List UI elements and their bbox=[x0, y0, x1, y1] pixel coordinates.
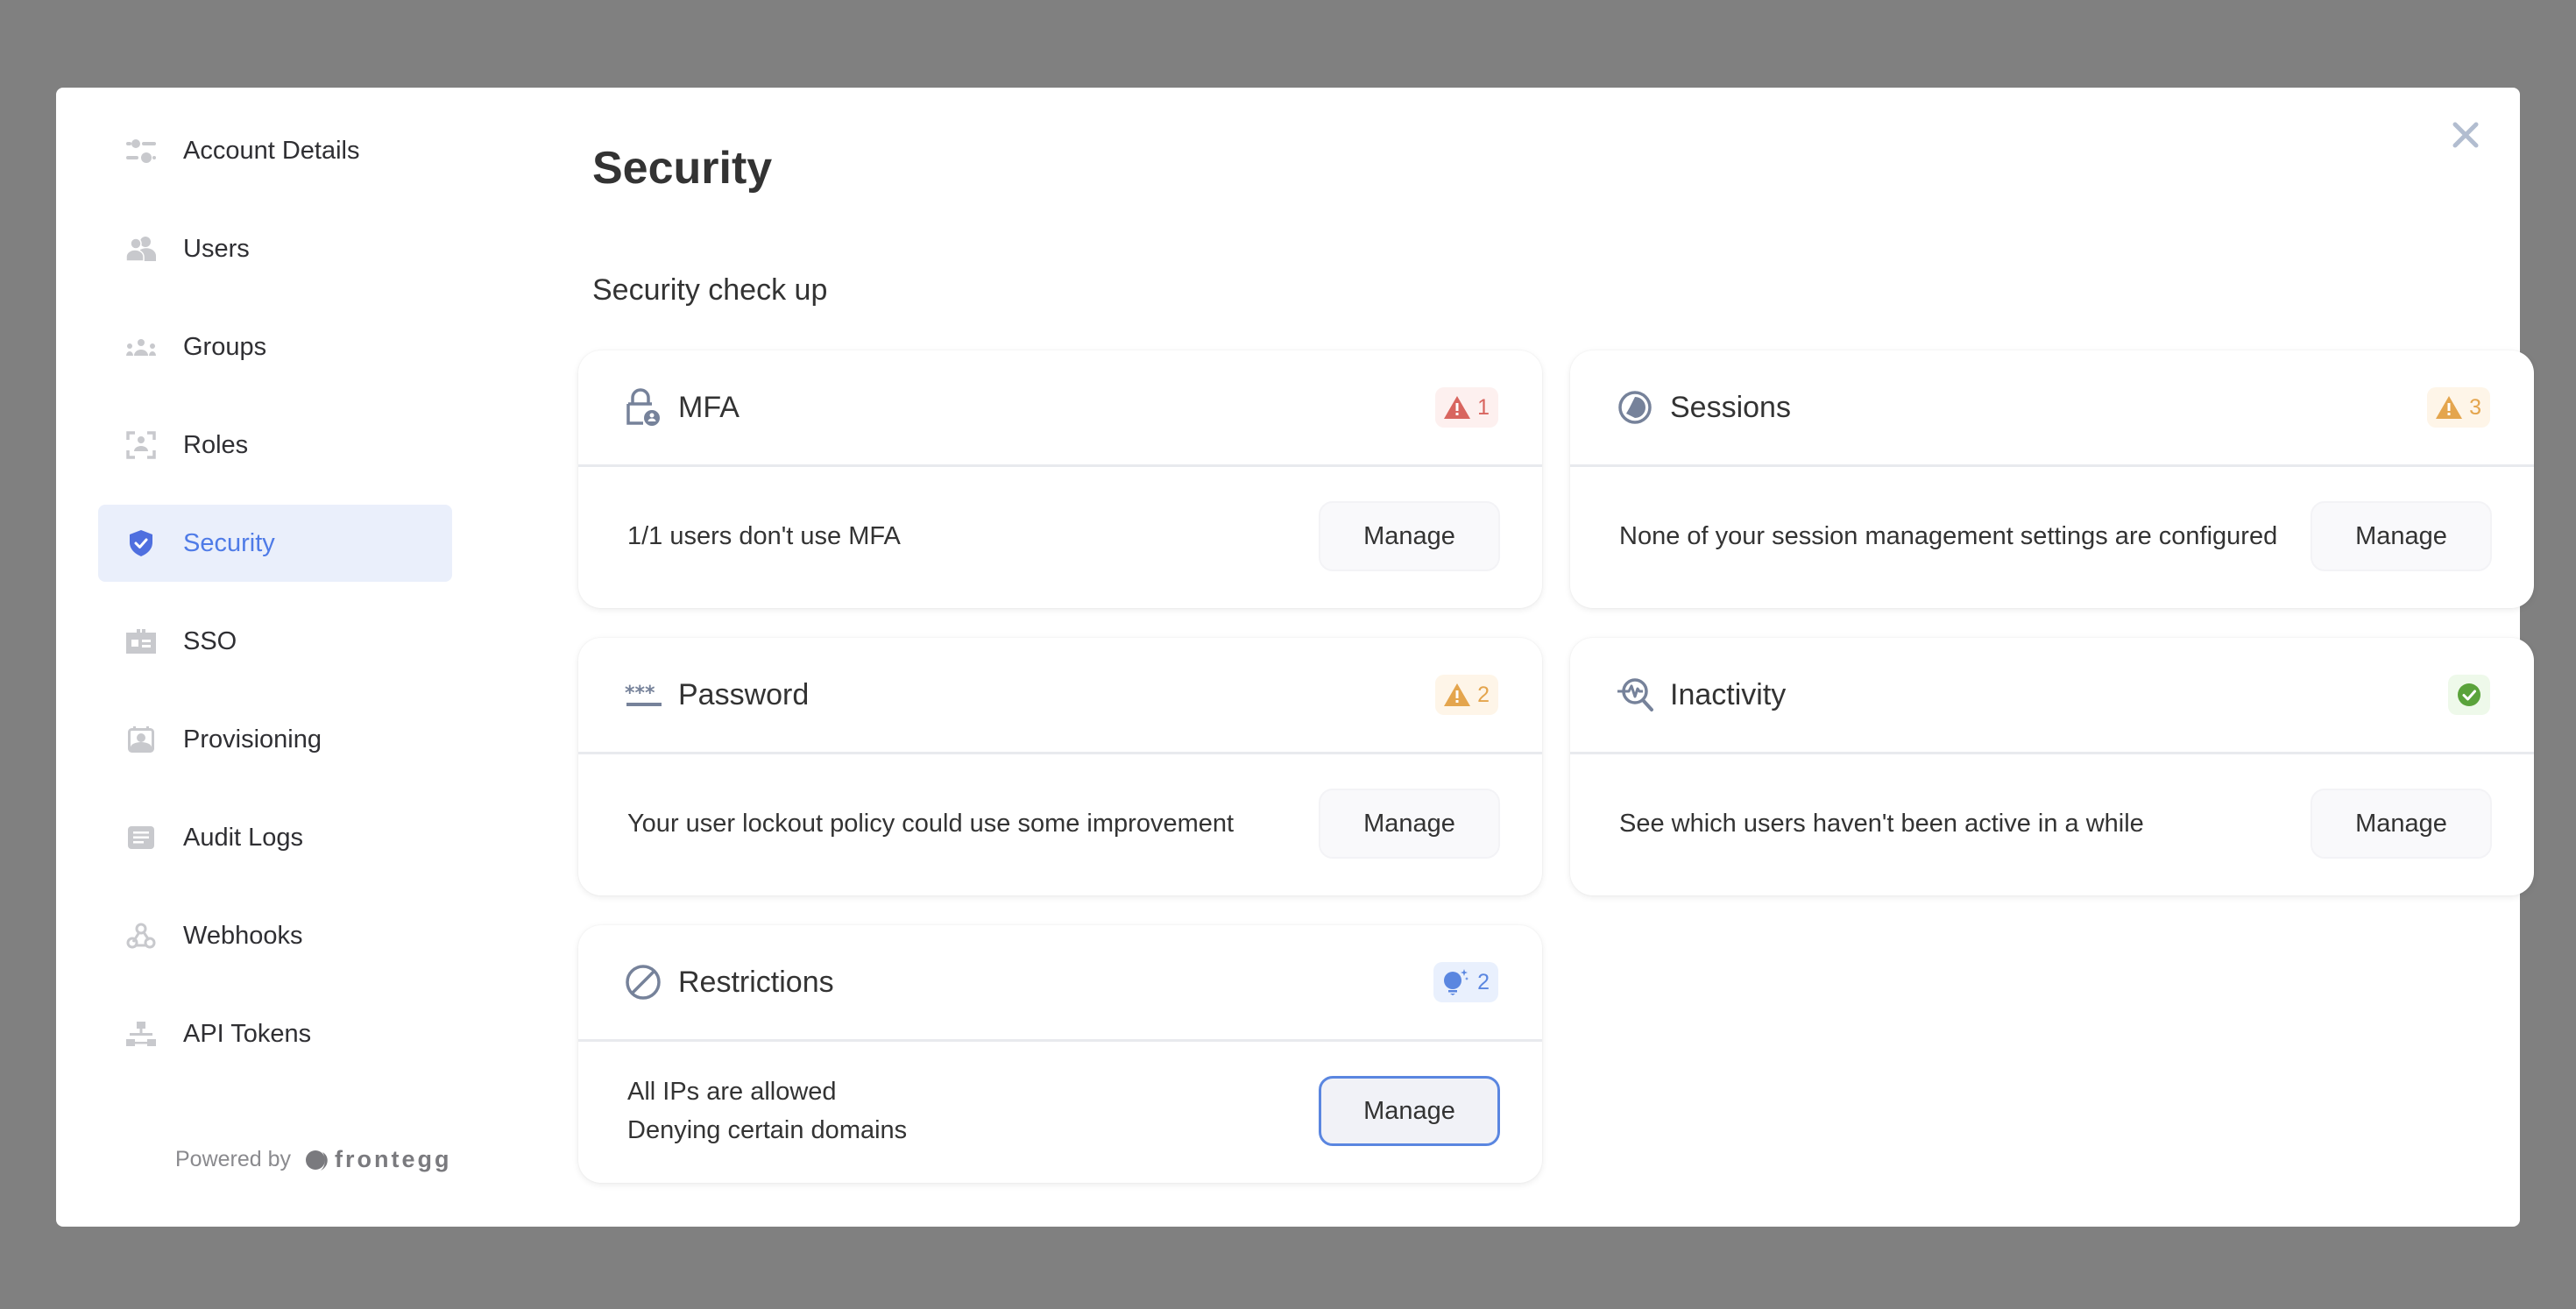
card-title: Password bbox=[678, 677, 810, 711]
badge-count: 2 bbox=[1477, 682, 1490, 707]
description-line: None of your session management settings… bbox=[1619, 522, 2278, 550]
card-description: Your user lockout policy could use some … bbox=[627, 804, 1319, 843]
card-body: Your user lockout policy could use some … bbox=[578, 754, 1542, 893]
warning-icon bbox=[1444, 683, 1471, 706]
manage-restrictions-button[interactable]: Manage bbox=[1319, 1076, 1500, 1146]
close-button[interactable] bbox=[2443, 112, 2488, 158]
brand-name: frontegg bbox=[335, 1146, 452, 1172]
warning-badge: 3 bbox=[2427, 387, 2490, 428]
shield-check-icon bbox=[126, 528, 156, 558]
sidebar-item-label: Users bbox=[183, 234, 250, 263]
card-header: Sessions 3 bbox=[1570, 350, 2534, 467]
sidebar-item-audit-logs[interactable]: Audit Logs bbox=[98, 799, 452, 876]
powered-by-label: Powered by bbox=[175, 1147, 292, 1171]
card-header: Restrictions 2 bbox=[578, 925, 1542, 1042]
badge-count: 2 bbox=[1477, 969, 1490, 994]
sidebar-item-webhooks[interactable]: Webhooks bbox=[98, 897, 452, 974]
card-body: All IPs are allowed Denying certain doma… bbox=[578, 1042, 1542, 1180]
section-title: Security check up bbox=[592, 273, 828, 307]
manage-sessions-button[interactable]: Manage bbox=[2311, 501, 2492, 571]
hierarchy-icon bbox=[126, 1019, 156, 1049]
sidebar-item-label: Account Details bbox=[183, 136, 360, 165]
clock-pie-icon bbox=[1616, 388, 1654, 427]
manage-inactivity-button[interactable]: Manage bbox=[2311, 789, 2492, 859]
card-body: 1/1 users don't use MFA Manage bbox=[578, 467, 1542, 605]
warning-badge: 1 bbox=[1435, 387, 1498, 428]
sidebar-item-security[interactable]: Security bbox=[98, 505, 452, 582]
warning-badge: 2 bbox=[1435, 675, 1498, 715]
recommendation-badge: 2 bbox=[1433, 962, 1498, 1002]
roles-icon bbox=[126, 430, 156, 460]
activity-search-icon bbox=[1616, 676, 1654, 714]
sidebar-item-label: Provisioning bbox=[183, 725, 322, 754]
sidebar-item-account-details[interactable]: Account Details bbox=[98, 112, 452, 189]
document-icon bbox=[126, 823, 156, 853]
description-line: 1/1 users don't use MFA bbox=[627, 522, 901, 550]
webhook-icon bbox=[126, 921, 156, 951]
badge-count: 3 bbox=[2469, 394, 2481, 420]
svg-text:***: *** bbox=[625, 683, 655, 704]
sidebar-item-groups[interactable]: Groups bbox=[98, 308, 452, 386]
block-icon bbox=[624, 963, 662, 1001]
manage-password-button[interactable]: Manage bbox=[1319, 789, 1500, 859]
groups-icon bbox=[126, 332, 156, 362]
card-header: *** Password 2 bbox=[578, 638, 1542, 754]
sidebar-item-users[interactable]: Users bbox=[98, 210, 452, 287]
sidebar-item-label: Webhooks bbox=[183, 921, 303, 950]
description-line: See which users haven't been active in a… bbox=[1619, 810, 2144, 838]
password-card: *** Password 2 Your user lockout policy … bbox=[578, 638, 1542, 895]
card-title: MFA bbox=[678, 390, 740, 424]
sidebar-item-roles[interactable]: Roles bbox=[98, 407, 452, 484]
sidebar-item-label: API Tokens bbox=[183, 1019, 312, 1048]
sidebar-item-label: Audit Logs bbox=[183, 823, 304, 852]
warning-icon bbox=[1444, 396, 1471, 419]
lightbulb-icon bbox=[1444, 969, 1469, 995]
sidebar: Account Details Users Groups Roles Secur… bbox=[98, 112, 452, 1172]
card-description: See which users haven't been active in a… bbox=[1619, 804, 2311, 843]
card-title: Inactivity bbox=[1670, 677, 1787, 711]
provisioning-icon bbox=[126, 725, 156, 754]
restrictions-card: Restrictions 2 All IPs are allowed Denyi… bbox=[578, 925, 1542, 1183]
card-header: MFA 1 bbox=[578, 350, 1542, 467]
powered-by: Powered by frontegg bbox=[175, 1146, 452, 1173]
card-body: See which users haven't been active in a… bbox=[1570, 754, 2534, 893]
success-badge bbox=[2448, 675, 2490, 715]
card-description: None of your session management settings… bbox=[1619, 517, 2311, 555]
close-icon bbox=[2452, 122, 2479, 148]
sso-icon bbox=[126, 626, 156, 656]
card-title: Sessions bbox=[1670, 390, 1791, 424]
sidebar-item-label: Groups bbox=[183, 332, 267, 361]
card-description: All IPs are allowed Denying certain doma… bbox=[627, 1072, 1319, 1150]
card-body: None of your session management settings… bbox=[1570, 467, 2534, 605]
lock-user-icon bbox=[624, 388, 662, 427]
card-title: Restrictions bbox=[678, 965, 834, 999]
sidebar-item-label: SSO bbox=[183, 626, 237, 655]
description-line: Your user lockout policy could use some … bbox=[627, 810, 1235, 838]
sidebar-item-sso[interactable]: SSO bbox=[98, 603, 452, 680]
description-line: All IPs are allowed bbox=[627, 1078, 837, 1106]
settings-modal: Account Details Users Groups Roles Secur… bbox=[56, 88, 2534, 1227]
frontegg-logo-icon bbox=[306, 1150, 328, 1171]
sidebar-item-label: Security bbox=[183, 528, 275, 557]
inactivity-card: Inactivity See which users haven't been … bbox=[1570, 638, 2534, 895]
badge-count: 1 bbox=[1477, 394, 1490, 420]
warning-icon bbox=[2436, 396, 2463, 419]
card-description: 1/1 users don't use MFA bbox=[627, 517, 1319, 555]
description-line: Denying certain domains bbox=[627, 1116, 908, 1144]
password-icon: *** bbox=[624, 676, 662, 714]
sessions-card: Sessions 3 None of your session manageme… bbox=[1570, 350, 2534, 608]
sidebar-item-provisioning[interactable]: Provisioning bbox=[98, 701, 452, 778]
sliders-icon bbox=[126, 136, 156, 166]
card-header: Inactivity bbox=[1570, 638, 2534, 754]
page-title: Security bbox=[592, 143, 773, 194]
manage-mfa-button[interactable]: Manage bbox=[1319, 501, 1500, 571]
mfa-card: MFA 1 1/1 users don't use MFA Manage bbox=[578, 350, 1542, 608]
sidebar-item-api-tokens[interactable]: API Tokens bbox=[98, 995, 452, 1072]
sidebar-item-label: Roles bbox=[183, 430, 249, 459]
users-icon bbox=[126, 234, 156, 264]
frontegg-logo: frontegg bbox=[305, 1146, 451, 1173]
check-circle-icon bbox=[2458, 683, 2480, 706]
